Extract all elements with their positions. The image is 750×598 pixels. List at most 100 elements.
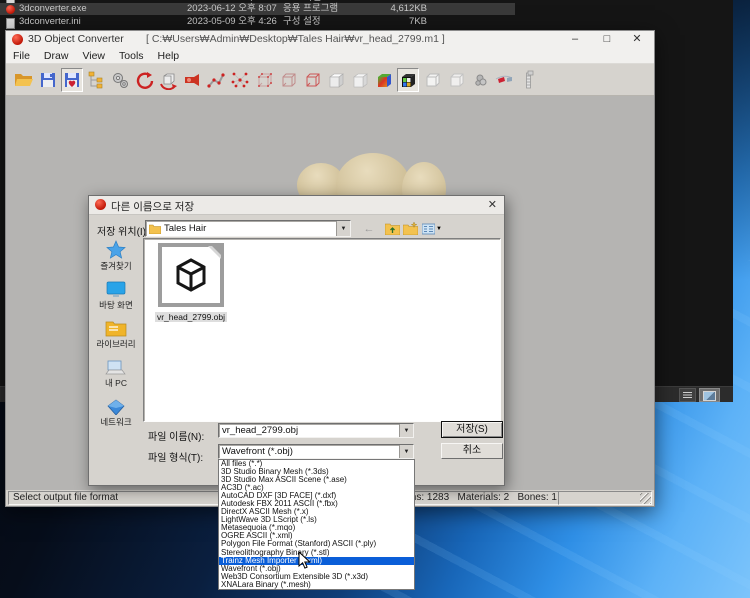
view-menu-icon — [422, 223, 436, 234]
chevron-down-icon[interactable]: ▼ — [399, 445, 413, 458]
save-as-icon — [65, 72, 79, 87]
anaglyph-glasses-icon — [495, 75, 513, 83]
material-gear-button[interactable] — [469, 68, 491, 92]
rainbow-box-icon — [378, 73, 391, 87]
thumbnail-view-button[interactable] — [699, 388, 720, 402]
file-list-area[interactable]: vr_head_2799.obj — [143, 238, 501, 422]
save-button[interactable]: 저장(S) — [441, 421, 503, 438]
status-empty-segment — [558, 491, 652, 505]
resize-grip[interactable] — [640, 493, 651, 504]
open-folder-button[interactable] — [13, 68, 35, 92]
file-name: 3dconverter.exe — [19, 3, 87, 14]
dialog-app-icon — [95, 199, 106, 210]
minimize-button[interactable]: – — [560, 31, 590, 49]
chevron-down-icon: ▼ — [436, 225, 442, 232]
rotate-sphere-button[interactable] — [133, 68, 155, 92]
file-name: 3dconverter.ini — [19, 16, 81, 27]
file-type-label: 파일 형식(T): — [148, 453, 204, 464]
open-folder-icon — [15, 73, 33, 86]
camera-button[interactable] — [181, 68, 203, 92]
hierarchy-button[interactable] — [85, 68, 107, 92]
anaglyph-glasses-button[interactable] — [493, 68, 515, 92]
camera-icon — [185, 73, 199, 86]
scale-ruler-icon — [526, 70, 534, 88]
place-star[interactable]: 즐겨찾기 — [100, 240, 132, 272]
place-library[interactable]: 라이브러리 — [96, 318, 136, 350]
back-button[interactable]: ← — [361, 221, 377, 236]
ghost-box-button[interactable] — [421, 68, 443, 92]
place-pc[interactable]: 내 PC — [105, 357, 127, 389]
explorer-file-row[interactable]: 3dconverter.ini 2023-05-09 오후 4:26 구성 설정 7K… — [0, 16, 515, 29]
pc-icon — [105, 360, 126, 375]
app-titlebar[interactable]: 3D Object Converter [ C:₩Users₩Admin₩Des… — [6, 31, 654, 49]
menu-tools[interactable]: Tools — [112, 49, 151, 63]
place-label: 바탕 화면 — [99, 300, 133, 310]
close-button[interactable]: ✕ — [622, 31, 652, 49]
menu-help[interactable]: Help — [151, 49, 187, 63]
solid-box-2-icon — [353, 72, 368, 88]
menu-view[interactable]: View — [75, 49, 112, 63]
save-button[interactable] — [37, 68, 59, 92]
obj-file-icon — [158, 243, 224, 307]
solid-box-2-button[interactable] — [349, 68, 371, 92]
file-type-combobox[interactable]: Wavefront (*.obj) ▼ — [218, 444, 414, 459]
toolbar — [6, 64, 654, 96]
thumbnail-view-icon — [703, 391, 716, 401]
solid-box-icon — [329, 72, 344, 88]
view-menu-button[interactable]: ▼ — [420, 221, 444, 236]
save-in-combobox[interactable]: Tales Hair ▼ — [145, 220, 351, 237]
place-desktop[interactable]: 바탕 화면 — [99, 279, 133, 311]
rotate-cube-button[interactable] — [157, 68, 179, 92]
format-option[interactable]: XNALara Binary (*.mesh) — [219, 580, 414, 589]
menu-file[interactable]: File — [6, 49, 37, 63]
maximize-button[interactable]: □ — [592, 31, 622, 49]
menubar: File Draw View Tools Help — [6, 49, 654, 64]
network-icon — [107, 399, 125, 415]
cancel-button[interactable]: 취소 — [441, 443, 503, 459]
app-title: 3D Object Converter — [28, 33, 124, 45]
settings-gears-icon — [113, 72, 128, 88]
place-label: 내 PC — [105, 378, 127, 388]
textured-box-button[interactable] — [397, 67, 419, 92]
chevron-down-icon[interactable]: ▼ — [399, 424, 413, 437]
details-view-icon — [683, 392, 692, 398]
rainbow-box-button[interactable] — [373, 68, 395, 92]
save-as-button[interactable] — [61, 67, 83, 92]
file-size: 4,612KB — [390, 3, 427, 14]
textured-box-icon — [402, 73, 415, 87]
bones-button[interactable] — [205, 68, 227, 92]
file-format-dropdown: All files (*.*) 3D Studio Binary Mesh (*.… — [218, 459, 415, 590]
scale-ruler-button[interactable] — [517, 68, 539, 92]
wirebox-dots-button[interactable] — [253, 68, 275, 92]
chevron-down-icon[interactable]: ▼ — [336, 221, 350, 236]
solid-box-button[interactable] — [325, 68, 347, 92]
folder-icon — [149, 224, 161, 234]
file-name-combobox[interactable]: vr_head_2799.obj ▼ — [218, 423, 414, 438]
ghost-box-2-button[interactable] — [445, 68, 467, 92]
save-in-value: Tales Hair — [164, 223, 207, 234]
place-label: 네트워크 — [100, 417, 132, 427]
mouse-cursor — [298, 551, 311, 569]
up-folder-button[interactable] — [384, 221, 400, 236]
file-date: 2023-05-09 오후 4:26 — [187, 16, 277, 27]
new-folder-button[interactable] — [402, 221, 418, 236]
dialog-close-icon[interactable]: ✕ — [488, 198, 497, 211]
dialog-title: 다른 이름으로 저장 — [111, 201, 195, 213]
vertices-button[interactable] — [229, 68, 251, 92]
wirebox-button[interactable] — [277, 68, 299, 92]
explorer-file-row[interactable]: 3dconverter.exe 2023-06-12 오후 8:07 응용 프로그램… — [0, 3, 515, 15]
details-view-button[interactable] — [679, 388, 696, 402]
wirebox-red-button[interactable] — [301, 68, 323, 92]
place-network[interactable]: 네트워크 — [100, 396, 132, 428]
settings-gears-button[interactable] — [109, 68, 131, 92]
file-type-value: Wavefront (*.obj) — [222, 446, 293, 457]
file-icon — [6, 18, 15, 29]
desktop: 3dconverter.dat2023-06-12 오후 8:00DAT 파일1… — [0, 0, 750, 598]
menu-draw[interactable]: Draw — [37, 49, 76, 63]
new-folder-icon — [402, 222, 418, 235]
file-tile-label: vr_head_2799.obj — [154, 312, 228, 322]
file-date: 2023-06-12 오후 8:07 — [187, 3, 277, 14]
dialog-titlebar[interactable]: 다른 이름으로 저장 ✕ — [89, 196, 504, 215]
file-tile-selected[interactable]: vr_head_2799.obj — [148, 243, 234, 325]
wirebox-dots-icon — [258, 72, 272, 87]
